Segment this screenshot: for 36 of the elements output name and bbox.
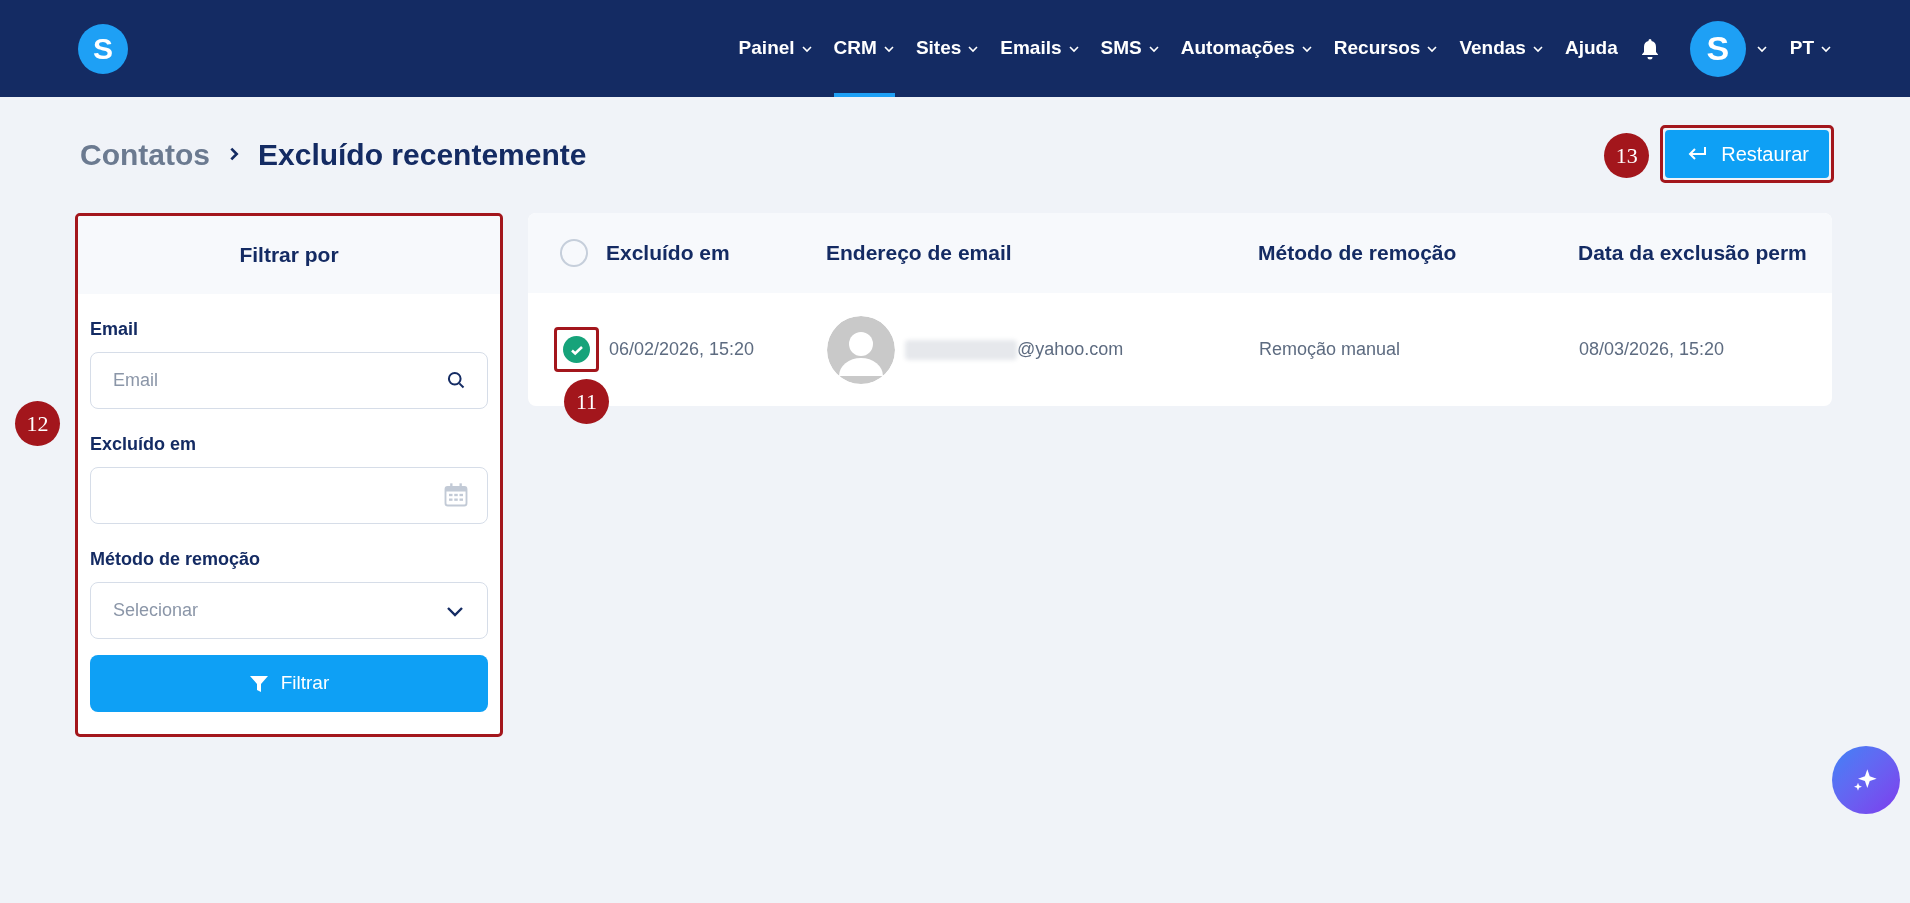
column-header: Data da exclusão perm [1578, 241, 1807, 265]
nav-menu-item[interactable]: Emails [1000, 0, 1080, 97]
annotation-marker: 11 [564, 379, 609, 424]
nav-menu-item[interactable]: Automações [1180, 0, 1313, 97]
nav-menu-item[interactable]: CRM [833, 0, 895, 97]
page-title: Excluído recentemente [258, 136, 587, 173]
table-cell-text: @yahoo.com [1017, 338, 1124, 361]
input-field[interactable] [90, 467, 488, 524]
column-header: Método de remoção [1258, 241, 1457, 265]
breadcrumb-link[interactable]: Contatos [80, 131, 210, 177]
nav-menu-item[interactable]: Recursos [1333, 0, 1439, 97]
table-cell: 08/03/2026, 15:20 [1579, 339, 1725, 359]
field-label: Email [90, 318, 140, 341]
search-icon [446, 370, 466, 390]
field-label: Excluído em [90, 433, 198, 456]
nav-menu-item[interactable]: Vendas [1459, 0, 1544, 97]
calendar-icon [442, 481, 470, 509]
filter-panel-title: Filtrar por [78, 216, 500, 294]
funnel-icon [248, 673, 269, 694]
annotation-marker: 12 [15, 401, 60, 446]
nav-menu-item[interactable]: Ajuda [1564, 0, 1618, 97]
row-checkbox[interactable] [563, 336, 590, 363]
active-tab-indicator [833, 93, 895, 97]
input-field[interactable]: Email [90, 352, 488, 409]
field-label: Método de remoção [90, 548, 262, 571]
select-all-checkbox[interactable] [560, 239, 588, 267]
table-cell: Remoção manual [1259, 339, 1401, 359]
language-selector[interactable]: PT [1789, 34, 1832, 63]
table-cell: 06/02/2026, 15:20 [609, 339, 755, 359]
nav-menu-item[interactable]: SMS [1100, 0, 1160, 97]
nav-menu-item[interactable]: Sites [915, 0, 980, 97]
column-header: Endereço de email [826, 241, 1012, 265]
column-header: Excluído em [606, 241, 730, 265]
annotation-marker: 13 [1604, 133, 1650, 178]
nav-menu-item[interactable]: Painel [738, 0, 813, 97]
avatar-placeholder-icon [827, 315, 895, 384]
